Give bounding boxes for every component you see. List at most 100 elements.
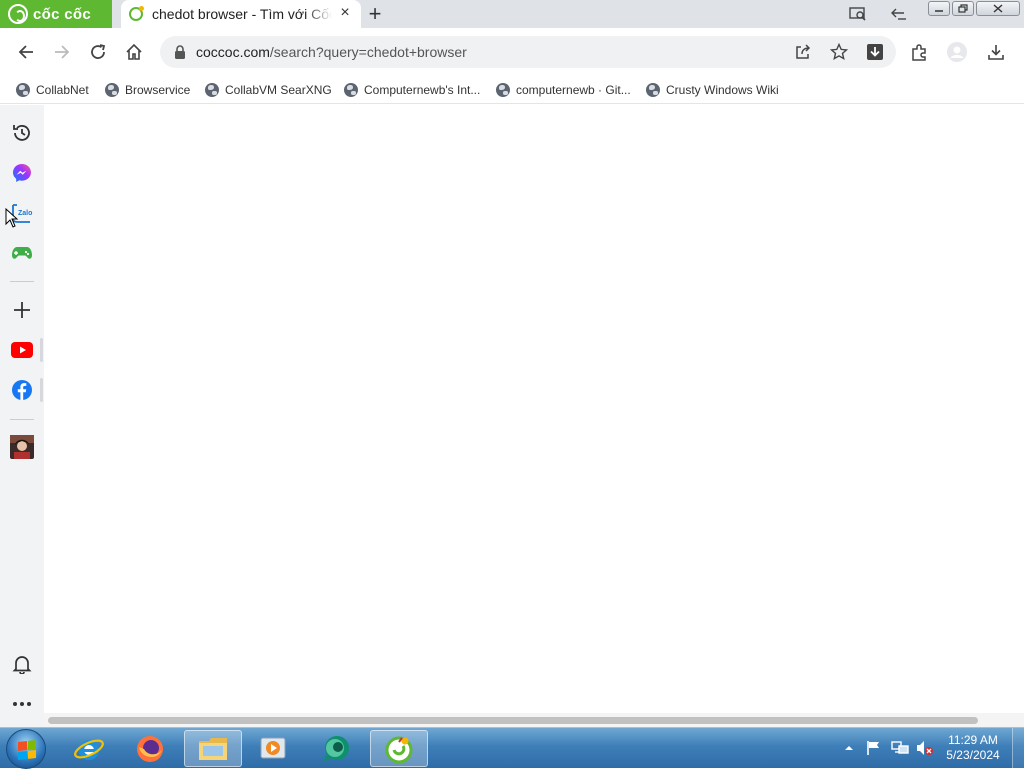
lock-icon[interactable] [172,44,188,60]
reload-button[interactable] [86,40,110,64]
network-icon[interactable] [891,728,909,768]
minimize-button[interactable] [928,1,950,16]
avatar-icon [947,42,967,62]
close-icon [993,4,1003,13]
coccoc-menu-button[interactable]: cốc cốc [0,0,112,28]
home-icon [126,43,142,60]
mouse-cursor-icon [5,208,19,228]
tab-active[interactable]: chedot browser - Tìm với Cốc Cốc × [121,0,361,28]
globe-icon [205,83,219,97]
page-content[interactable] [44,105,1024,713]
globe-icon [646,83,660,97]
url-text[interactable]: coccoc.com/search?query=chedot+browser [196,44,467,60]
tray-overflow-button[interactable] [844,728,854,768]
coccoc-logo-icon [8,4,28,24]
bookmark-label: computernewb · Git... [516,83,631,97]
taskbar-internet-explorer[interactable] [60,730,118,767]
media-player-icon [260,737,286,758]
start-button[interactable] [6,729,46,769]
media-download-icon[interactable] [865,42,885,62]
pinned-marker [40,378,43,402]
internet-explorer-icon [74,739,104,760]
bookmark-label: CollabNet [36,83,89,97]
horizontal-scrollbar[interactable] [44,713,1024,727]
system-clock[interactable]: 11:29 AM 5/23/2024 [940,733,1006,763]
windows-logo-icon [18,740,36,760]
sidebar-divider [10,419,34,420]
taskbar-media-player[interactable] [244,730,302,767]
youtube-icon[interactable] [10,338,34,362]
messenger-icon[interactable] [10,161,34,185]
back-arrow-icon [18,45,33,59]
bookmark-computernewb-int[interactable]: Computernewb's Int... [344,81,480,99]
coccoc-icon [385,736,413,763]
taskbar-chat-app[interactable] [307,730,365,767]
toolbar: coccoc.com/search?query=chedot+browser [0,28,1024,76]
file-explorer-icon [199,737,227,760]
bell-icon[interactable] [10,652,34,676]
download-icon [988,45,1004,60]
bookmarks-bar: CollabNet Browservice CollabVM SearXNG C… [0,76,1024,104]
bookmark-computernewb-git[interactable]: computernewb · Git... [496,81,631,99]
bookmark-label: Crusty Windows Wiki [666,83,779,97]
clock-time: 11:29 AM [948,733,998,747]
taskbar: 11:29 AM 5/23/2024 [0,727,1024,769]
pinned-marker [40,338,43,362]
scrollbar-thumb[interactable] [48,717,978,724]
bookmark-label: CollabVM SearXNG [225,83,332,97]
sidebar: Zalo [0,105,44,727]
reload-icon [91,44,106,59]
tab-title: chedot browser - Tìm với Cốc Cốc [152,6,332,22]
tab-search-icon[interactable] [888,4,910,24]
globe-icon [344,83,358,97]
taskbar-coccoc[interactable] [370,730,428,767]
profile-button[interactable] [945,40,969,64]
more-icon[interactable] [10,692,34,716]
globe-icon [16,83,30,97]
screenshot-search-icon[interactable] [847,4,869,24]
add-icon[interactable] [10,298,34,322]
show-desktop-button[interactable] [1012,728,1024,768]
downloads-button[interactable] [984,40,1008,64]
globe-icon [496,83,510,97]
taskbar-file-explorer[interactable] [184,730,242,767]
bookmark-star-icon[interactable] [829,42,849,62]
address-bar[interactable]: coccoc.com/search?query=chedot+browser [160,36,896,68]
new-tab-button[interactable]: + [366,2,384,26]
bookmark-collabnet[interactable]: CollabNet [16,81,89,99]
chat-app-icon [323,735,349,762]
restore-button[interactable] [952,1,974,16]
bookmark-browservice[interactable]: Browservice [105,81,190,99]
bookmark-crusty-windows-wiki[interactable]: Crusty Windows Wiki [646,81,779,99]
back-button[interactable] [14,40,38,64]
bookmark-label: Computernewb's Int... [364,83,481,97]
forward-arrow-icon [55,45,70,59]
puzzle-icon [912,44,926,61]
taskbar-firefox[interactable] [121,730,179,767]
close-window-button[interactable] [976,1,1020,16]
coccoc-favicon-icon [129,6,144,21]
share-icon[interactable] [793,42,813,62]
app-avatar-icon[interactable] [10,435,34,459]
minimize-icon [935,9,943,12]
chevron-up-icon [845,746,853,750]
action-center-icon[interactable] [866,728,882,768]
svg-text:Zalo: Zalo [18,210,32,217]
tab-strip: cốc cốc chedot browser - Tìm với Cốc Cốc… [0,0,1024,28]
forward-button[interactable] [50,40,74,64]
facebook-icon[interactable] [10,378,34,402]
volume-muted-icon[interactable] [916,728,934,768]
url-host: coccoc.com [196,44,270,60]
extensions-button[interactable] [908,40,932,64]
firefox-icon [137,735,163,762]
bookmark-label: Browservice [125,83,191,97]
history-icon[interactable] [10,121,34,145]
gamepad-icon[interactable] [10,241,34,265]
restore-icon [958,4,968,13]
home-button[interactable] [122,40,146,64]
sidebar-divider [10,281,34,282]
tab-close-button[interactable]: × [336,4,354,22]
bookmark-collabvm-searxng[interactable]: CollabVM SearXNG [205,81,332,99]
clock-date: 5/23/2024 [946,748,1000,762]
url-path: /search?query=chedot+browser [269,44,467,60]
